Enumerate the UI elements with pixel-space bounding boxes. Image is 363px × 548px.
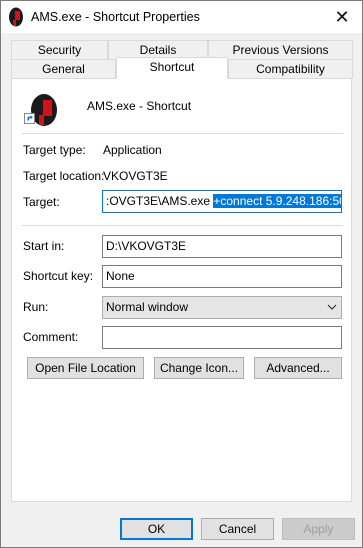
tab-label: Security bbox=[37, 43, 82, 57]
tab-security[interactable]: Security bbox=[11, 40, 108, 59]
ok-button[interactable]: OK bbox=[120, 518, 193, 540]
window-title: AMS.exe - Shortcut Properties bbox=[31, 10, 200, 24]
target-selected-text: +connect 5.9.248.186:50141 bbox=[213, 194, 341, 208]
divider bbox=[22, 225, 343, 226]
tab-label: Previous Versions bbox=[232, 43, 329, 57]
shortcut-arrow-icon bbox=[24, 113, 35, 124]
run-dropdown[interactable]: Normal window bbox=[102, 296, 342, 319]
target-type-label: Target type: bbox=[23, 143, 86, 157]
tab-label: Details bbox=[139, 43, 177, 57]
tab-label: General bbox=[42, 62, 85, 76]
close-button[interactable]: ✕ bbox=[322, 1, 362, 33]
shortcut-key-value: None bbox=[106, 269, 135, 283]
target-text: :OVGT3E\AMS.exe bbox=[106, 194, 214, 208]
divider bbox=[22, 133, 343, 134]
shortcut-key-field[interactable]: None bbox=[102, 265, 342, 288]
properties-window: AMS.exe - Shortcut Properties ✕ Security… bbox=[0, 0, 363, 548]
title-bar[interactable]: AMS.exe - Shortcut Properties ✕ bbox=[1, 1, 362, 33]
open-file-location-button[interactable]: Open File Location bbox=[27, 357, 144, 379]
shortcut-tab-panel: AMS.exe - Shortcut Target type: Applicat… bbox=[11, 78, 352, 502]
advanced-button[interactable]: Advanced... bbox=[254, 357, 342, 379]
tab-compatibility[interactable]: Compatibility bbox=[228, 59, 353, 78]
apply-button[interactable]: Apply bbox=[282, 518, 355, 540]
chevron-down-icon bbox=[327, 297, 337, 326]
shortcut-key-label: Shortcut key: bbox=[23, 269, 94, 283]
app-icon bbox=[9, 7, 23, 27]
change-icon-button[interactable]: Change Icon... bbox=[154, 357, 244, 379]
start-in-value: D:\VKOVGT3E bbox=[106, 239, 187, 253]
start-in-label: Start in: bbox=[23, 239, 65, 253]
shortcut-name: AMS.exe - Shortcut bbox=[87, 99, 192, 113]
tab-shortcut[interactable]: Shortcut bbox=[116, 57, 228, 79]
start-in-field[interactable]: D:\VKOVGT3E bbox=[102, 235, 342, 258]
target-field[interactable]: :OVGT3E\AMS.exe +connect 5.9.248.186:501… bbox=[102, 190, 342, 213]
target-type-value: Application bbox=[103, 143, 162, 157]
comment-label: Comment: bbox=[23, 330, 79, 344]
tab-previous-versions[interactable]: Previous Versions bbox=[208, 40, 353, 59]
tab-general[interactable]: General bbox=[11, 59, 116, 78]
target-location-value: VKOVGT3E bbox=[103, 169, 168, 183]
target-location-label: Target location: bbox=[23, 169, 105, 183]
run-value: Normal window bbox=[106, 300, 189, 314]
comment-field[interactable] bbox=[102, 326, 342, 349]
cancel-button[interactable]: Cancel bbox=[201, 518, 274, 540]
close-icon: ✕ bbox=[334, 6, 350, 27]
tab-label: Compatibility bbox=[256, 62, 325, 76]
tab-label: Shortcut bbox=[149, 60, 195, 74]
run-label: Run: bbox=[23, 300, 49, 314]
target-label: Target: bbox=[23, 195, 60, 209]
